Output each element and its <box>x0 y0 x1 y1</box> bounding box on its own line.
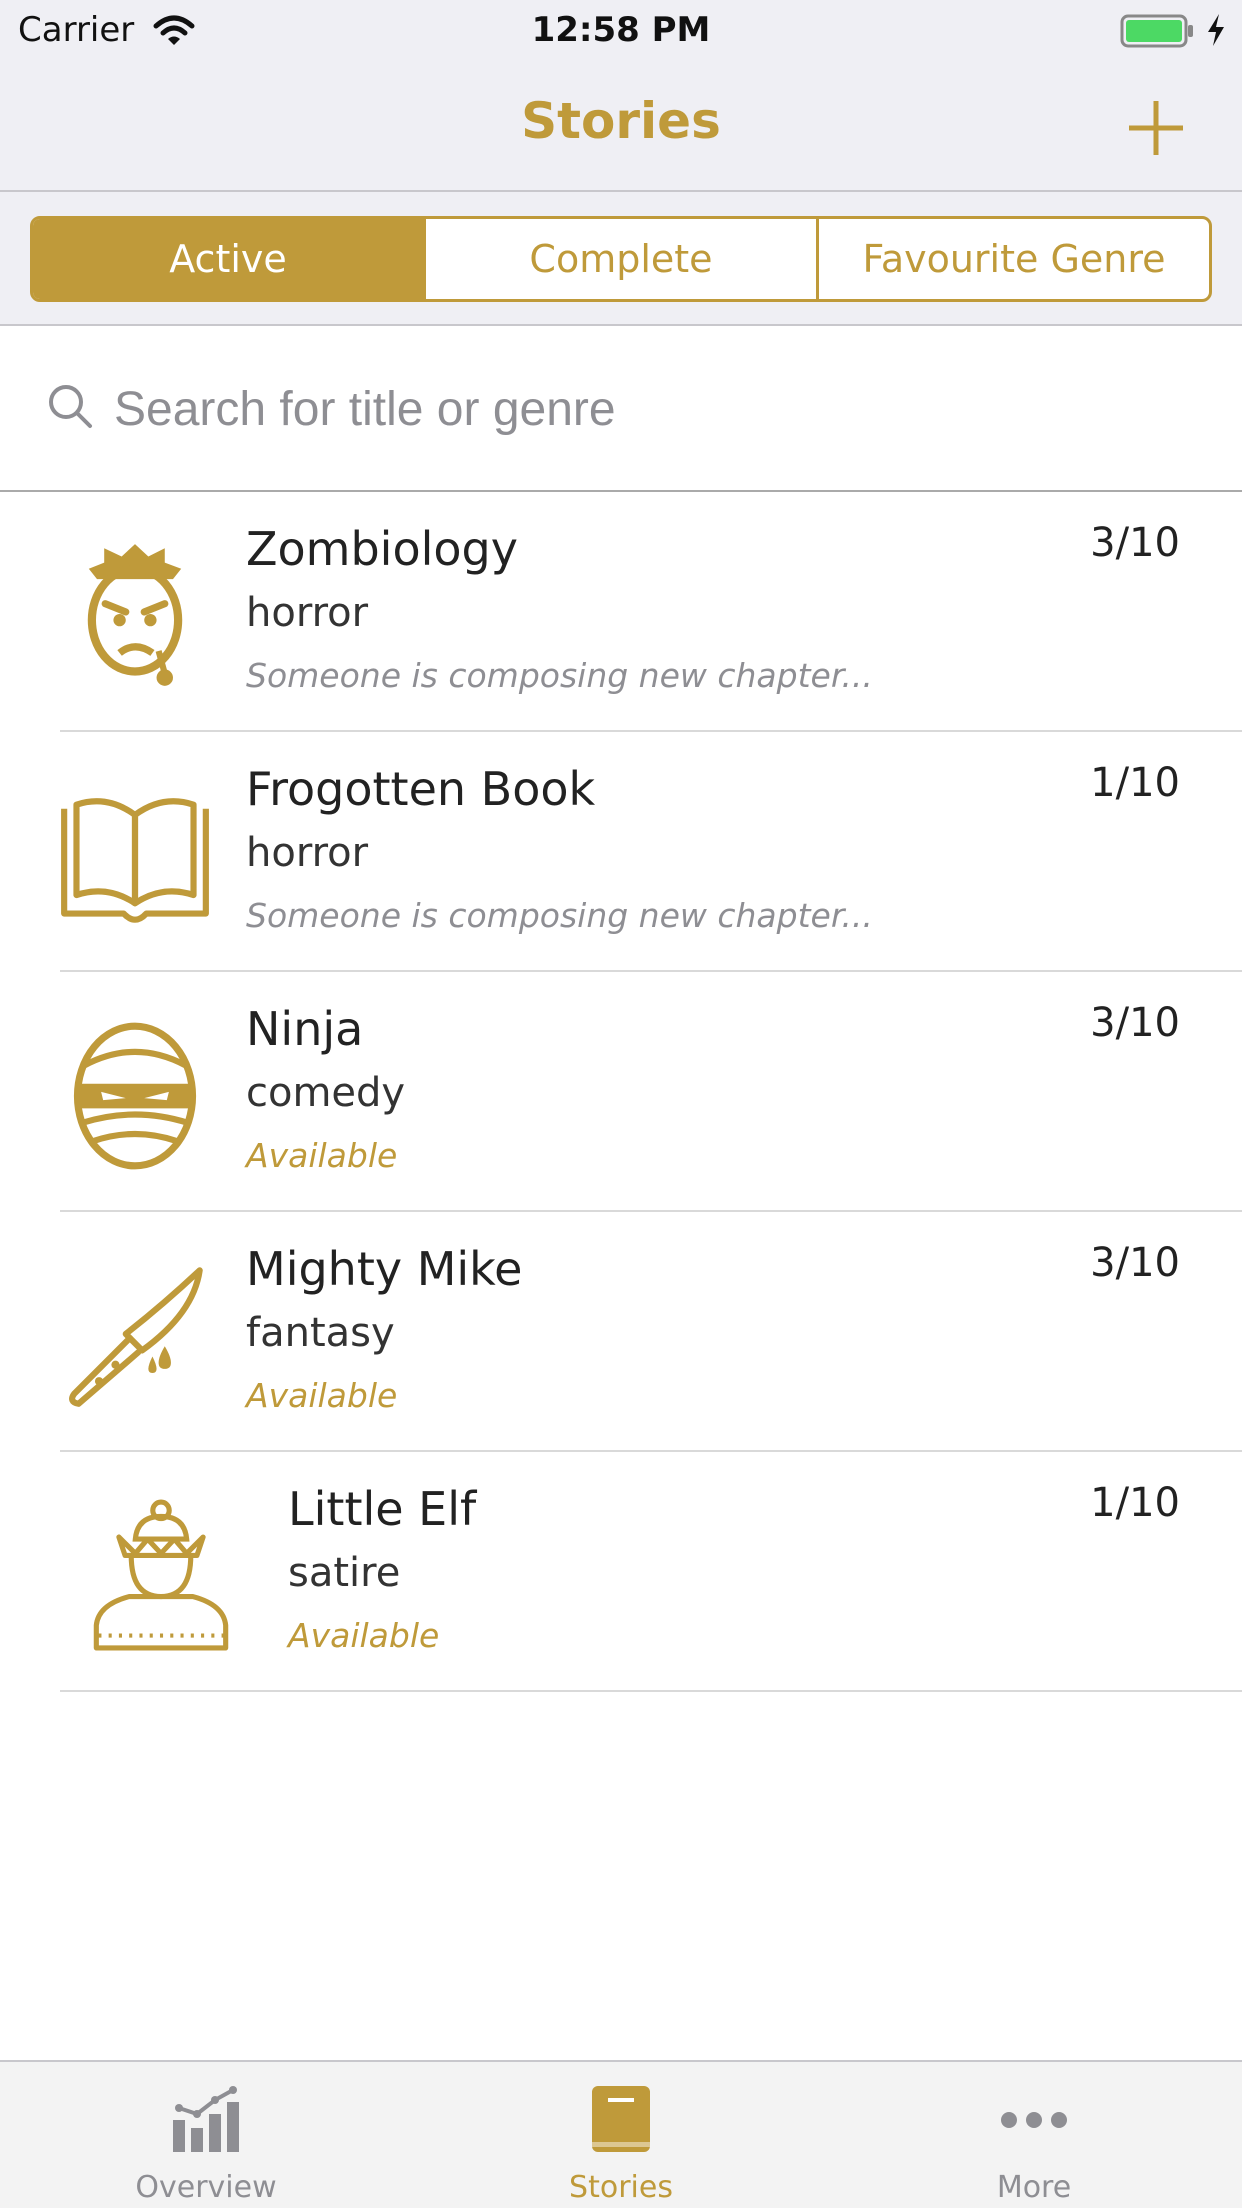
page-title: Stories <box>521 92 721 150</box>
segment-favourite-genre[interactable]: Favourite Genre <box>816 219 1209 299</box>
story-genre: comedy <box>246 1070 406 1116</box>
segment-complete[interactable]: Complete <box>423 219 816 299</box>
search-input[interactable] <box>112 366 1196 452</box>
chapter-count: 1/10 <box>1090 1480 1180 1526</box>
segment-area: Active Complete Favourite Genre <box>0 192 1242 326</box>
tab-stories[interactable]: Stories <box>491 2062 751 2210</box>
search-bar <box>0 326 1242 492</box>
book-icon <box>592 2086 650 2152</box>
story-status: Available <box>288 1616 440 1655</box>
story-genre: horror <box>246 590 369 636</box>
story-genre: satire <box>288 1550 401 1596</box>
ellipsis-icon <box>1001 2112 1067 2128</box>
charging-icon <box>1208 14 1224 46</box>
tab-bar: Overview Stories More <box>0 2060 1242 2208</box>
story-status: Someone is composing new chapter... <box>246 896 873 935</box>
bloody-knife-icon <box>69 1267 203 1407</box>
story-text: Mighty Mike fantasy Available <box>246 1238 522 1426</box>
story-title: Mighty Mike <box>246 1242 523 1296</box>
status-bar: Carrier 12:58 PM <box>0 0 1242 62</box>
elf-icon <box>93 1499 229 1651</box>
story-text: Little Elf satire Available <box>288 1478 476 1666</box>
tab-label: Stories <box>569 2170 673 2205</box>
story-status: Available <box>246 1136 398 1175</box>
story-genre: fantasy <box>246 1310 395 1356</box>
story-title: Zombiology <box>246 522 518 576</box>
story-row-zombiology[interactable]: Zombiology horror Someone is composing n… <box>0 492 1242 732</box>
story-row-frogotten-book[interactable]: Frogotten Book horror Someone is composi… <box>0 732 1242 972</box>
tab-more[interactable]: More <box>904 2062 1164 2210</box>
status-time: 12:58 PM <box>531 10 711 50</box>
search-icon <box>49 385 92 428</box>
story-list: Zombiology horror Someone is composing n… <box>0 492 1242 1692</box>
chapter-count: 3/10 <box>1090 1000 1180 1046</box>
battery-icon <box>1120 14 1193 48</box>
story-genre: horror <box>246 830 369 876</box>
chapter-count: 3/10 <box>1090 1240 1180 1286</box>
chapter-count: 1/10 <box>1090 760 1180 806</box>
story-status: Available <box>246 1376 398 1415</box>
story-row-little-elf[interactable]: Little Elf satire Available 1/10 <box>0 1452 1242 1692</box>
story-text: Frogotten Book horror Someone is composi… <box>246 758 873 946</box>
segment-active[interactable]: Active <box>33 219 423 299</box>
story-title: Ninja <box>246 1002 364 1056</box>
tab-label: More <box>996 2170 1072 2205</box>
chart-icon <box>173 2086 239 2152</box>
story-text: Zombiology horror Someone is composing n… <box>246 518 873 706</box>
tab-label: Overview <box>135 2170 277 2205</box>
story-status: Someone is composing new chapter... <box>246 656 873 695</box>
story-text: Ninja comedy Available <box>246 998 405 1186</box>
story-row-ninja[interactable]: Ninja comedy Available 3/10 <box>0 972 1242 1212</box>
add-story-button[interactable] <box>1126 98 1186 158</box>
story-title: Little Elf <box>288 1482 477 1536</box>
navigation-bar: Stories <box>0 62 1242 192</box>
zombie-face-icon <box>87 544 183 686</box>
ninja-mask-icon <box>73 1022 197 1170</box>
open-book-icon <box>61 798 209 923</box>
tab-overview[interactable]: Overview <box>76 2062 336 2210</box>
story-row-mighty-mike[interactable]: Mighty Mike fantasy Available 3/10 <box>0 1212 1242 1452</box>
story-filter-segmented-control: Active Complete Favourite Genre <box>30 216 1212 302</box>
chapter-count: 3/10 <box>1090 520 1180 566</box>
story-title: Frogotten Book <box>246 762 596 816</box>
